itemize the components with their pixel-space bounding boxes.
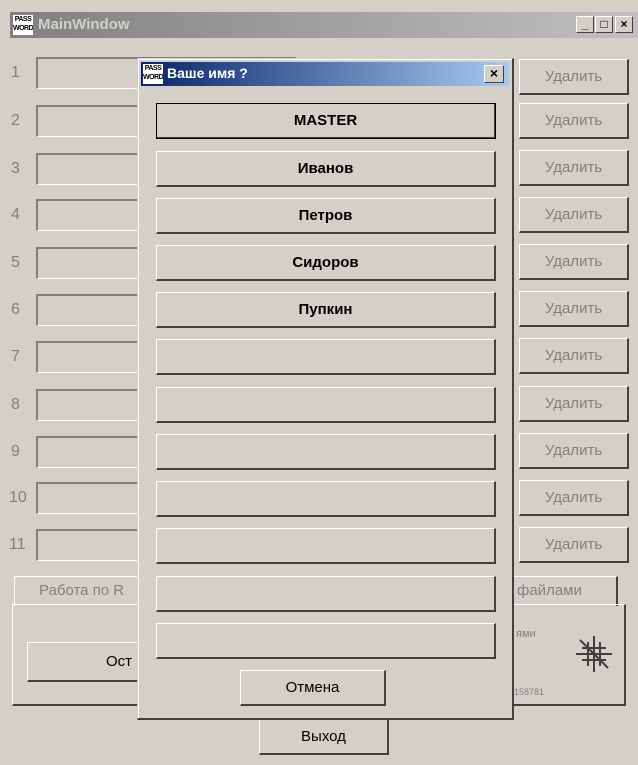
dialog-title: Ваше имя ? [167, 65, 248, 81]
name-dialog: PASS WORD Ваше имя ? × MASTER Иванов Петр… [137, 58, 514, 720]
row-number: 7 [11, 348, 20, 365]
name-button-petrov[interactable]: Петров [156, 198, 496, 234]
name-button-empty[interactable] [156, 481, 496, 517]
name-button-empty[interactable] [156, 528, 496, 564]
name-button-empty[interactable] [156, 434, 496, 470]
row-number: 3 [11, 160, 20, 177]
row-number: 9 [11, 443, 20, 460]
delete-button[interactable]: Удалить [519, 480, 629, 516]
row-number: 10 [9, 489, 27, 506]
name-button-pupkin[interactable]: Пупкин [156, 292, 496, 328]
delete-button[interactable]: Удалить [519, 338, 629, 374]
main-titlebar[interactable]: PASS WORD MainWindow _ □ × [10, 12, 638, 38]
delete-button[interactable]: Удалить [519, 150, 629, 186]
maximize-button[interactable]: □ [595, 16, 613, 33]
minimize-button[interactable]: _ [576, 16, 594, 33]
row-number: 1 [11, 64, 20, 81]
row-number: 8 [11, 396, 20, 413]
name-button-empty[interactable] [156, 623, 496, 659]
dialog-close-button[interactable]: × [484, 65, 504, 83]
password-app-icon: PASS WORD [143, 64, 163, 84]
logo-icon [576, 636, 612, 672]
name-button-empty[interactable] [156, 387, 496, 423]
delete-button[interactable]: Удалить [519, 433, 629, 469]
panel-label: ями [516, 628, 536, 640]
main-window-title: MainWindow [38, 16, 130, 33]
name-button-sidorov[interactable]: Сидоров [156, 245, 496, 281]
delete-button[interactable]: Удалить [519, 197, 629, 233]
delete-button[interactable]: Удалить [519, 386, 629, 422]
name-button-ivanov[interactable]: Иванов [156, 151, 496, 187]
panel-number: 158781 [514, 687, 545, 697]
password-app-icon: PASS WORD [13, 15, 33, 35]
name-button-empty[interactable] [156, 339, 496, 375]
dialog-titlebar[interactable]: PASS WORD Ваше имя ? × [141, 62, 509, 86]
row-number: 11 [9, 536, 26, 553]
row-number: 5 [11, 254, 20, 271]
delete-button[interactable]: Удалить [519, 59, 629, 95]
delete-button[interactable]: Удалить [519, 527, 629, 563]
name-button-master[interactable]: MASTER [156, 103, 496, 139]
delete-button[interactable]: Удалить [519, 244, 629, 280]
name-button-empty[interactable] [156, 576, 496, 612]
delete-button[interactable]: Удалить [519, 291, 629, 327]
close-button[interactable]: × [615, 16, 633, 33]
cancel-button[interactable]: Отмена [240, 670, 386, 706]
row-number: 4 [11, 206, 20, 223]
delete-button[interactable]: Удалить [519, 103, 629, 139]
row-number: 2 [11, 112, 20, 129]
exit-button[interactable]: Выход [259, 719, 389, 755]
row-number: 6 [11, 301, 20, 318]
